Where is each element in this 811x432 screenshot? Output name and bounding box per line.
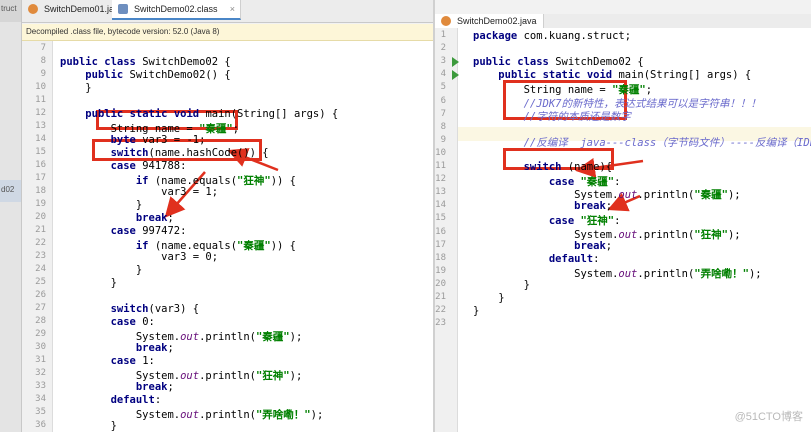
left-code-line[interactable]: switch(name.hashCode()) { (60, 147, 269, 159)
left-code-line[interactable]: public class SwitchDemo02 { (60, 56, 231, 68)
left-line-number: 35 (35, 407, 46, 417)
left-code-line[interactable]: } (60, 199, 142, 211)
right-line-number: 5 (440, 82, 446, 93)
right-line-number: 15 (435, 213, 446, 224)
left-code-line[interactable]: public static void main(String[] args) { (60, 108, 338, 120)
right-code-line[interactable]: break; (473, 240, 612, 252)
right-code-line[interactable]: switch (name){ (473, 161, 613, 173)
right-line-number: 14 (435, 200, 446, 211)
right-line-number: 1 (440, 30, 446, 40)
left-code-line[interactable]: var3 = 1; (60, 186, 218, 198)
left-line-number: 12 (35, 108, 46, 118)
right-code-line[interactable]: package com.kuang.struct; (473, 30, 631, 42)
left-code-line[interactable]: byte var3 = -1; (60, 134, 206, 146)
watermark: @51CTO博客 (734, 411, 803, 423)
left-line-number: 14 (35, 134, 46, 144)
left-code-line[interactable]: } (60, 264, 142, 276)
left-line-number: 25 (35, 277, 46, 287)
right-line-number: 17 (435, 239, 446, 250)
left-line-number: 24 (35, 264, 46, 274)
left-line-number: 16 (35, 160, 46, 170)
right-line-number: 23 (435, 318, 446, 329)
left-line-number: 9 (40, 69, 46, 79)
right-line-number: 6 (440, 95, 446, 106)
right-code-line[interactable]: //反编译 java---class（字节码文件）----反编译（IDEA） (473, 135, 811, 150)
right-line-number: 8 (440, 121, 446, 132)
right-line-number: 4 (440, 69, 446, 80)
left-line-number: 23 (35, 251, 46, 261)
right-line-number: 12 (435, 174, 446, 185)
left-code-line[interactable]: } (60, 82, 91, 94)
right-line-number: 21 (435, 292, 446, 302)
right-line-number: 2 (440, 43, 446, 54)
right-code-line[interactable]: } (473, 305, 479, 317)
left-line-number: 31 (35, 355, 46, 365)
left-code-line[interactable]: } (60, 420, 117, 432)
left-line-number: 10 (35, 82, 46, 92)
left-line-number: 32 (35, 368, 46, 378)
right-line-number: 19 (435, 265, 446, 276)
left-code-line[interactable]: switch(var3) { (60, 303, 200, 315)
left-code-line[interactable]: var3 = 0; (60, 251, 218, 263)
left-line-number: 7 (40, 43, 46, 53)
left-code-line[interactable]: } (60, 277, 117, 289)
left-line-number: 8 (40, 56, 46, 66)
left-line-number: 34 (35, 394, 46, 404)
right-line-number: 22 (435, 305, 446, 316)
left-line-number: 21 (35, 225, 46, 235)
left-line-number: 17 (35, 173, 46, 183)
right-line-number: 16 (435, 226, 446, 237)
left-line-number: 27 (35, 303, 46, 313)
right-line-number: 7 (440, 108, 446, 119)
left-line-number: 20 (35, 212, 46, 222)
right-code-line[interactable]: public static void main(String[] args) { (473, 69, 751, 81)
left-code-line[interactable]: break; (60, 381, 174, 393)
left-line-number: 29 (35, 329, 46, 339)
left-code-line[interactable]: public SwitchDemo02() { (60, 69, 230, 81)
right-code-line[interactable]: default: (473, 253, 600, 265)
left-code-line[interactable]: case 997472: (60, 225, 187, 237)
left-code-line[interactable]: case 941788: (60, 160, 187, 172)
left-line-number: 26 (35, 290, 46, 300)
left-code-line[interactable]: break; (60, 342, 174, 354)
left-line-number: 28 (35, 316, 46, 326)
left-line-number: 30 (35, 342, 46, 352)
right-line-number: 11 (435, 161, 446, 171)
right-line-number: 13 (435, 187, 446, 198)
right-code-line[interactable]: } (473, 292, 504, 304)
left-code-line[interactable]: break; (60, 212, 174, 224)
right-code-line[interactable]: } (473, 279, 530, 291)
right-line-number: 10 (435, 147, 446, 158)
left-line-number: 33 (35, 381, 46, 391)
left-line-number: 13 (35, 121, 46, 131)
right-line-number: 9 (440, 134, 446, 145)
left-line-number: 15 (35, 147, 46, 157)
right-line-number: 3 (440, 56, 446, 67)
left-line-number: 18 (35, 186, 46, 196)
right-line-number: 18 (435, 252, 446, 263)
right-code-line[interactable]: break; (473, 200, 612, 212)
left-line-number: 36 (35, 420, 46, 430)
left-line-number: 11 (35, 95, 46, 105)
left-line-number: 19 (35, 199, 46, 209)
left-line-number: 22 (35, 238, 46, 248)
right-code-line[interactable]: public class SwitchDemo02 { (473, 56, 644, 68)
left-code-line[interactable]: case 1: (60, 355, 155, 367)
right-code-line[interactable]: //字符的本质还是数字 (473, 109, 631, 124)
left-code-line[interactable]: case 0: (60, 316, 155, 328)
left-code-line[interactable]: default: (60, 394, 162, 406)
right-line-number: 20 (435, 278, 446, 289)
